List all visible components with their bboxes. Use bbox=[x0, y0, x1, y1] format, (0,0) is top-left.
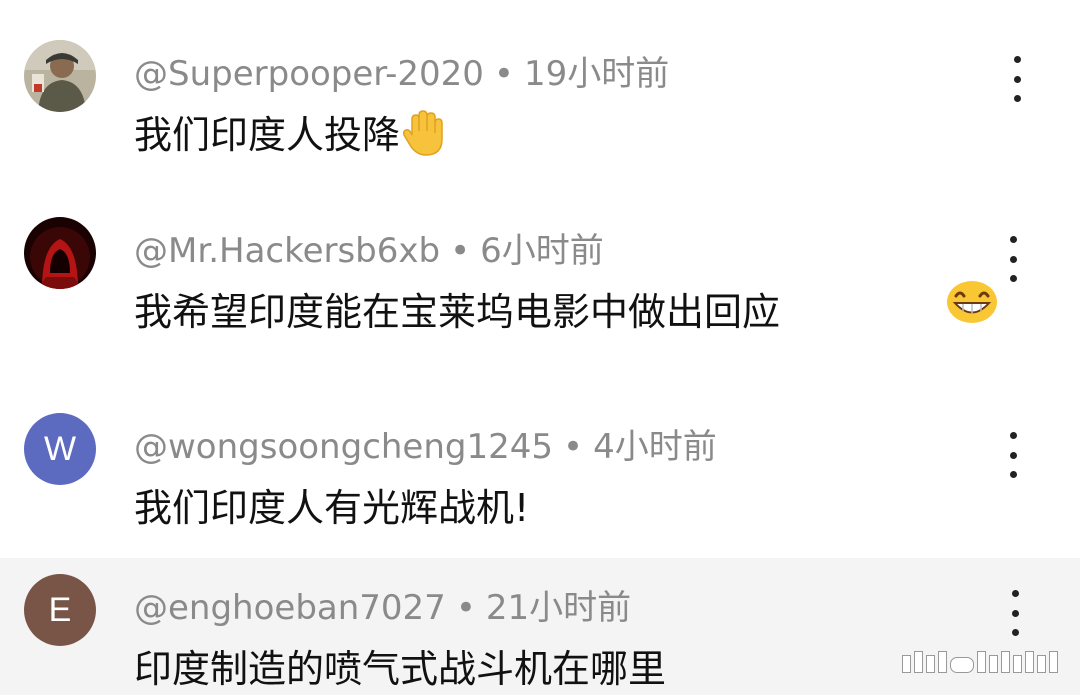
comment-item: W @wongsoongcheng1245 • 4小时前 我们印度人有光辉战机! bbox=[0, 390, 1080, 558]
separator-dot: • bbox=[450, 231, 471, 271]
comment-time: 21小时前 bbox=[485, 588, 632, 628]
comment-author[interactable]: @wongsoongcheng1245 bbox=[134, 427, 553, 467]
comment-author[interactable]: @enghoeban7027 bbox=[134, 588, 446, 628]
avatar[interactable] bbox=[24, 217, 96, 289]
comment-meta: @Mr.Hackersb6xb • 6小时前 bbox=[134, 223, 604, 272]
comment-author[interactable]: @Mr.Hackersb6xb bbox=[134, 231, 440, 271]
comment-item: @Superpooper-2020 • 19小时前 我们印度人投降 bbox=[0, 0, 1080, 190]
comment-item: @Mr.Hackersb6xb • 6小时前 我希望印度能在宝莱坞电影中做出回应 bbox=[0, 190, 1080, 390]
comment-time: 19小时前 bbox=[523, 54, 670, 94]
comment-text: 印度制造的喷气式战斗机在哪里 bbox=[134, 647, 667, 691]
comment-item: E @enghoeban7027 • 21小时前 印度制造的喷气式战斗机在哪里 bbox=[0, 558, 1080, 695]
comment-time: 6小时前 bbox=[480, 231, 604, 271]
comment-text: 我们印度人投降 bbox=[134, 104, 446, 166]
separator-dot: • bbox=[493, 54, 514, 94]
comment-time: 4小时前 bbox=[593, 427, 717, 467]
avatar-letter: E bbox=[48, 590, 72, 629]
comment-meta: @enghoeban7027 • 21小时前 bbox=[134, 580, 631, 629]
raised-hand-icon bbox=[402, 109, 446, 166]
comment-meta: @Superpooper-2020 • 19小时前 bbox=[134, 46, 669, 95]
comment-text: 我希望印度能在宝莱坞电影中做出回应 bbox=[134, 290, 781, 334]
grinning-face-icon bbox=[946, 280, 998, 328]
avatar[interactable]: E bbox=[24, 574, 96, 646]
more-options-icon[interactable] bbox=[998, 236, 1028, 282]
avatar[interactable]: W bbox=[24, 413, 96, 485]
more-options-icon[interactable] bbox=[998, 432, 1028, 478]
watermark-logo bbox=[902, 651, 1058, 673]
separator-dot: • bbox=[455, 588, 476, 628]
more-options-icon[interactable] bbox=[1000, 590, 1030, 636]
comment-text-content: 我们印度人投降 bbox=[134, 113, 401, 157]
comment-author[interactable]: @Superpooper-2020 bbox=[134, 54, 484, 94]
separator-dot: • bbox=[563, 427, 584, 467]
avatar[interactable] bbox=[24, 40, 96, 112]
comment-meta: @wongsoongcheng1245 • 4小时前 bbox=[134, 419, 717, 468]
more-options-icon[interactable] bbox=[1002, 56, 1032, 102]
avatar-letter: W bbox=[43, 429, 77, 468]
comment-text: 我们印度人有光辉战机! bbox=[134, 486, 530, 530]
